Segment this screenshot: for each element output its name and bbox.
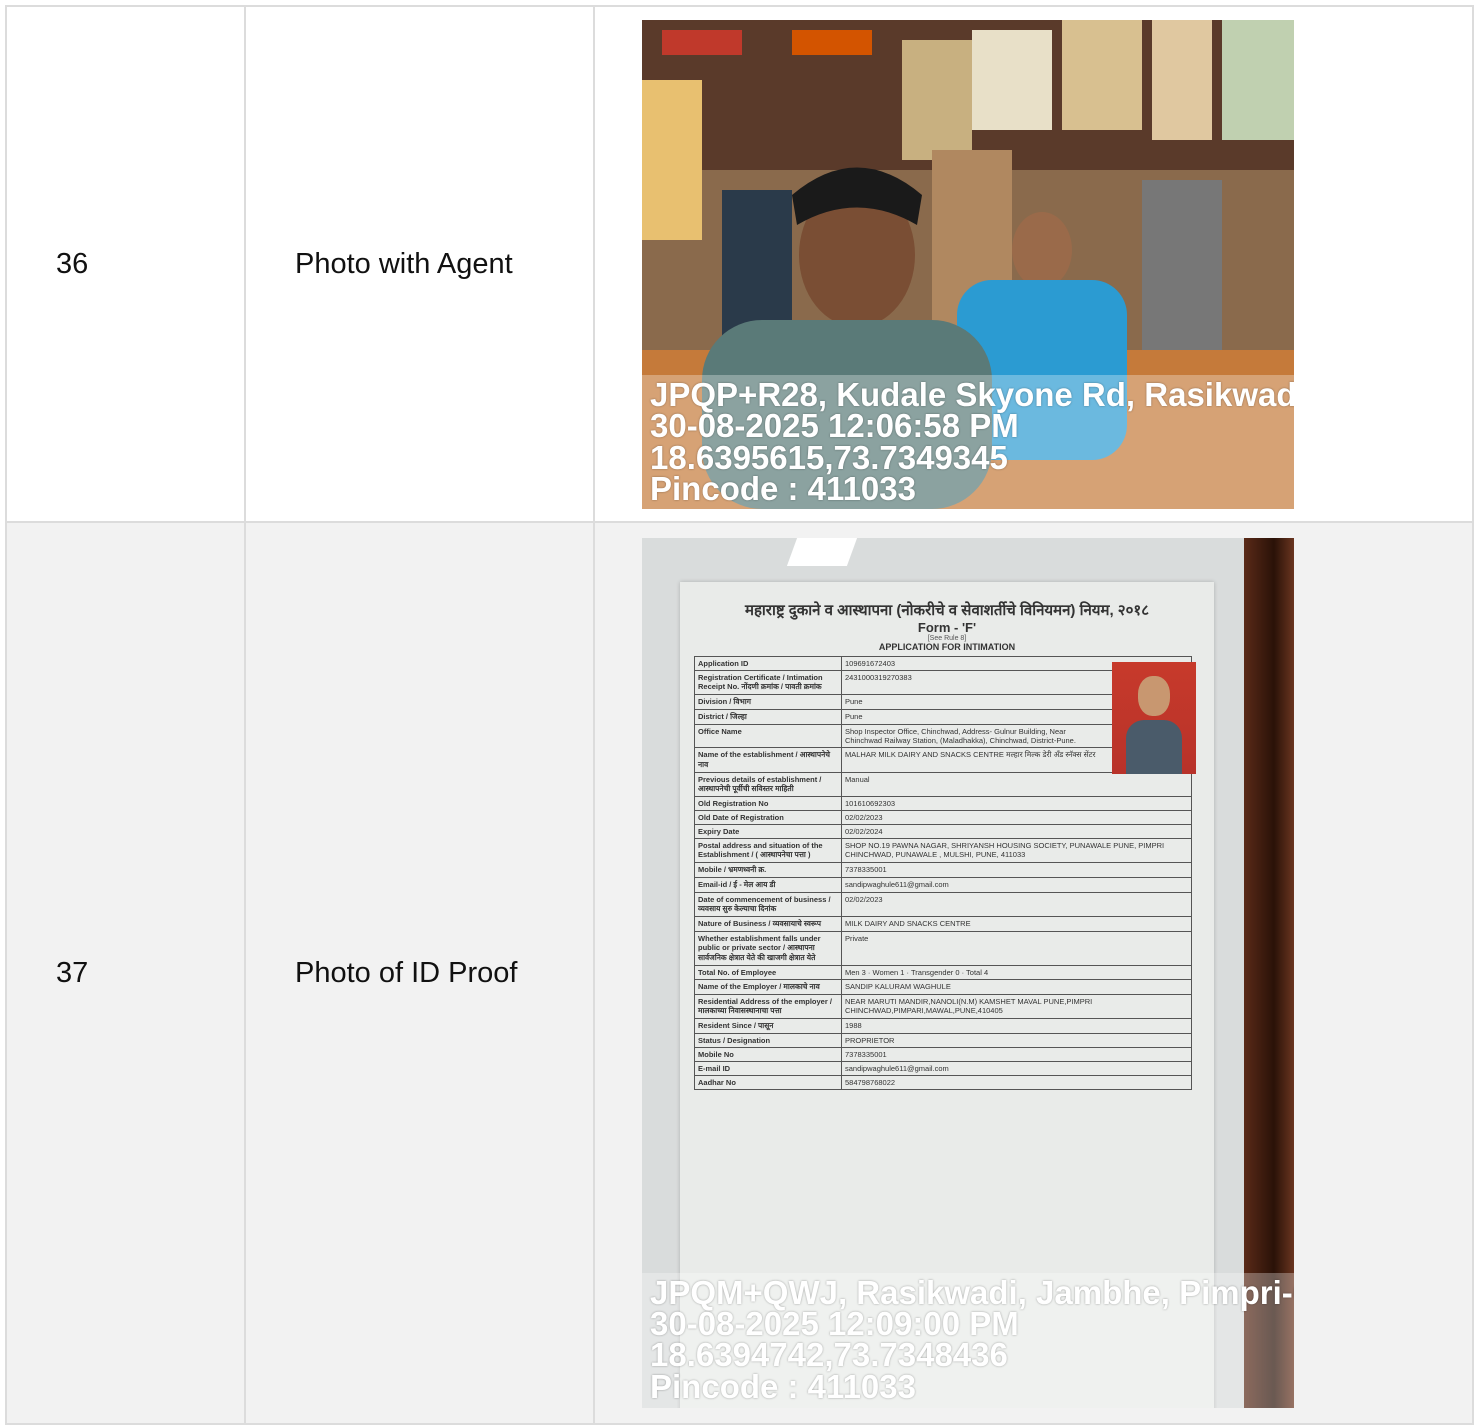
form-field-value: SANDIP KALURAM WAGHULE — [841, 979, 1192, 995]
form-field-key: Date of commencement of business / व्यवस… — [694, 892, 842, 917]
form-field-row: Resident Since / पासून 1988 — [694, 1018, 1192, 1034]
form-field-value: PROPRIETOR — [841, 1033, 1192, 1048]
form-field-key: Mobile / भ्रमणध्वनी क्र. — [694, 862, 842, 878]
form-field-row: Previous details of establishment / आस्थ… — [694, 772, 1192, 797]
form-field-key: E-mail ID — [694, 1061, 842, 1076]
form-field-key: Expiry Date — [694, 824, 842, 839]
passport-photo — [1112, 662, 1196, 774]
form-field-key: Whether establishment falls under public… — [694, 931, 842, 966]
form-title-marathi: महाराष्ट्र दुकाने व आस्थापना (नोकरीचे व … — [744, 602, 1150, 619]
form-field-key: Total No. of Employee — [694, 965, 842, 980]
serial-number-cell: 36 — [5, 5, 246, 523]
form-field-row: Aadhar No 584798768022 — [694, 1075, 1192, 1090]
label-cell: Photo of ID Proof — [244, 521, 595, 1425]
form-field-row: Old Registration No 101610692303 — [694, 796, 1192, 811]
stamp-address: JPQP+R28, Kudale Skyone Rd, Rasikwadi, J… — [650, 376, 1294, 414]
form-field-key: Name of the Employer / मालकाचे नाव — [694, 979, 842, 995]
form-field-key: Old Date of Registration — [694, 810, 842, 825]
form-field-key: Application ID — [694, 656, 842, 671]
form-field-row: Status / Designation PROPRIETOR — [694, 1033, 1192, 1048]
form-field-value: MILK DAIRY AND SNACKS CENTRE — [841, 916, 1192, 932]
form-field-value: SHOP NO.19 PAWNA NAGAR, SHRIYANSH HOUSIN… — [841, 838, 1192, 863]
stamp-coordinates: 18.6394742,73.7348436 — [650, 1336, 1008, 1374]
form-field-row: Expiry Date 02/02/2024 — [694, 824, 1192, 839]
form-field-key: Resident Since / पासून — [694, 1018, 842, 1034]
id-proof-photo: महाराष्ट्र दुकाने व आस्थापना (नोकरीचे व … — [642, 538, 1294, 1408]
table-row: 36 Photo with Agent JPQP+R28, Kudale Sky… — [5, 5, 1474, 523]
stamp-datetime: 30-08-2025 12:06:58 PM — [650, 407, 1019, 445]
form-field-key: Email-id / ई - मेल आय डी — [694, 877, 842, 893]
stamp-datetime: 30-08-2025 12:09:00 PM — [650, 1304, 1019, 1342]
form-field-key: District / जिल्हा — [694, 709, 842, 725]
form-field-key: Residential Address of the employer / मा… — [694, 994, 842, 1019]
form-field-key: Aadhar No — [694, 1075, 842, 1090]
row-label: Photo with Agent — [295, 247, 513, 280]
form-field-key: Nature of Business / व्यवसायाचे स्वरूप — [694, 916, 842, 932]
form-field-row: Total No. of Employee Men 3 · Women 1 · T… — [694, 965, 1192, 980]
report-table: 36 Photo with Agent JPQP+R28, Kudale Sky… — [5, 5, 1474, 1425]
form-field-value: 584798768022 — [841, 1075, 1192, 1090]
form-field-key: Office Name — [694, 724, 842, 748]
location-stamp: JPQP+R28, Kudale Skyone Rd, Rasikwadi, J… — [642, 375, 1294, 509]
form-field-row: Date of commencement of business / व्यवस… — [694, 892, 1192, 917]
form-field-value: 101610692303 — [841, 796, 1192, 811]
form-heading: APPLICATION FOR INTIMATION — [878, 642, 1016, 652]
photo-cell: JPQP+R28, Kudale Skyone Rd, Rasikwadi, J… — [593, 5, 1474, 523]
stamp-pincode: Pincode : 411033 — [650, 1367, 916, 1405]
stamp-pincode: Pincode : 411033 — [650, 470, 916, 508]
form-field-row: Nature of Business / व्यवसायाचे स्वरूप MI… — [694, 916, 1192, 932]
form-field-value: 7378335001 — [841, 1047, 1192, 1062]
form-field-value: 02/02/2023 — [841, 892, 1192, 917]
form-field-key: Name of the establishment / आस्थापनेचे न… — [694, 747, 842, 773]
form-field-key: Old Registration No — [694, 796, 842, 811]
form-field-value: 7378335001 — [841, 862, 1192, 878]
form-field-row: Mobile / भ्रमणध्वनी क्र. 7378335001 — [694, 862, 1192, 878]
glare — [786, 538, 858, 566]
form-field-row: Old Date of Registration 02/02/2023 — [694, 810, 1192, 825]
form-field-row: Email-id / ई - मेल आय डी sandipwaghule611… — [694, 877, 1192, 893]
form-field-value: sandipwaghule611@gmail.com — [841, 1061, 1192, 1076]
form-field-key: Mobile No — [694, 1047, 842, 1062]
form-field-key: Division / विभाग — [694, 694, 842, 710]
table-row: 37 Photo of ID Proof महाराष्ट्र दुकाने व… — [5, 521, 1474, 1425]
form-field-row: Residential Address of the employer / मा… — [694, 994, 1192, 1019]
label-cell: Photo with Agent — [244, 5, 595, 523]
form-field-value: Men 3 · Women 1 · Transgender 0 · Total … — [841, 965, 1192, 980]
form-field-value: NEAR MARUTI MANDIR,NANOLI(N.M) KAMSHET M… — [841, 994, 1192, 1019]
form-field-value: Private — [841, 931, 1192, 966]
form-field-row: Whether establishment falls under public… — [694, 931, 1192, 966]
form-field-value: Manual — [841, 772, 1192, 797]
form-field-value: 02/02/2023 — [841, 810, 1192, 825]
serial-number: 37 — [56, 956, 89, 989]
serial-number-cell: 37 — [5, 521, 246, 1425]
form-field-value: 02/02/2024 — [841, 824, 1192, 839]
form-field-row: Postal address and situation of the Esta… — [694, 838, 1192, 863]
form-field-row: Name of the Employer / मालकाचे नाव SANDIP… — [694, 979, 1192, 995]
form-rule: [See Rule 8] — [927, 635, 967, 642]
row-label: Photo of ID Proof — [295, 956, 518, 989]
form-field-key: Status / Designation — [694, 1033, 842, 1048]
form-field-key: Registration Certificate / Intimation Re… — [694, 670, 842, 695]
stamp-coordinates: 18.6395615,73.7349345 — [650, 438, 1008, 476]
agent-photo: JPQP+R28, Kudale Skyone Rd, Rasikwadi, J… — [642, 19, 1294, 509]
location-stamp: JPQM+QWJ, Rasikwadi, Jambhe, Pimpri-Chi … — [642, 1272, 1294, 1408]
photo-cell: महाराष्ट्र दुकाने व आस्थापना (नोकरीचे व … — [593, 521, 1474, 1425]
form-title: Form - 'F' — [917, 620, 977, 635]
form-field-row: Mobile No 7378335001 — [694, 1047, 1192, 1062]
form-field-value: sandipwaghule611@gmail.com — [841, 877, 1192, 893]
stamp-address: JPQM+QWJ, Rasikwadi, Jambhe, Pimpri-Chi — [650, 1273, 1294, 1311]
serial-number: 36 — [56, 247, 89, 280]
form-field-row: E-mail ID sandipwaghule611@gmail.com — [694, 1061, 1192, 1076]
form-field-value: 1988 — [841, 1018, 1192, 1034]
form-field-key: Postal address and situation of the Esta… — [694, 838, 842, 863]
form-field-key: Previous details of establishment / आस्थ… — [694, 772, 842, 797]
